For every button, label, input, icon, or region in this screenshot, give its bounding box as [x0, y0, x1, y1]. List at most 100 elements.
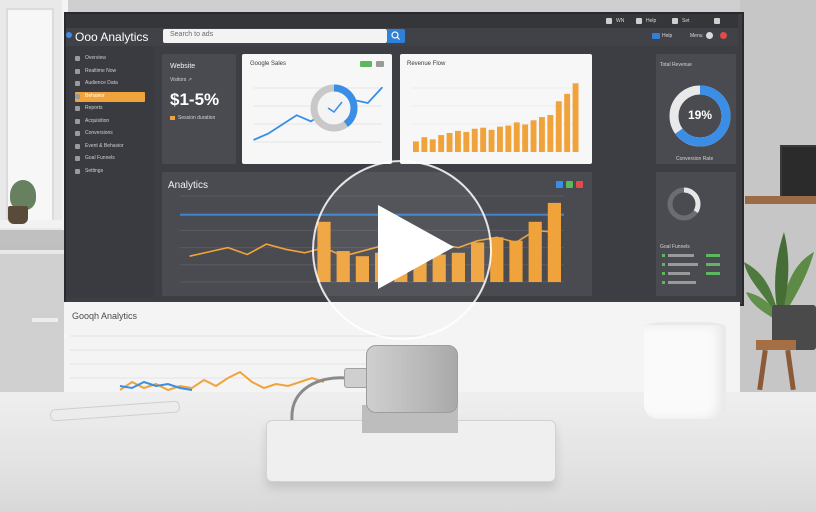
- sidebar-item[interactable]: Settings: [75, 167, 145, 177]
- sidebar-item-icon: [75, 118, 80, 124]
- side-table: [745, 196, 816, 204]
- sidebar-item[interactable]: Goal Funnels: [75, 154, 145, 164]
- sidebar-item-icon: [75, 168, 80, 174]
- header-help[interactable]: Help: [662, 33, 672, 39]
- bar: [555, 101, 562, 152]
- status-pill: [360, 61, 372, 67]
- sidebar-item[interactable]: Reports: [75, 104, 145, 114]
- window-icon[interactable]: [606, 18, 612, 24]
- legend-swatch: [170, 116, 175, 120]
- data-point: [267, 132, 270, 135]
- revenue-chart: [412, 83, 580, 152]
- bar: [509, 240, 523, 282]
- sidebar-item-label: Event & Behavior: [85, 142, 124, 149]
- sidebar-item[interactable]: Overview: [75, 54, 145, 64]
- notification-icon[interactable]: [720, 32, 727, 39]
- bar: [547, 202, 561, 282]
- cup: [644, 325, 726, 419]
- donut-title: Total Revenue: [660, 62, 692, 68]
- window-icon[interactable]: [636, 18, 642, 24]
- sidebar-item[interactable]: Event & Behavior: [75, 142, 145, 152]
- sidebar-item-icon: [75, 143, 80, 149]
- sidebar-item-label: Realtime Now: [85, 67, 117, 74]
- small-plant-pot: [8, 206, 28, 224]
- search-placeholder: Search to ads: [170, 31, 214, 38]
- data-point: [310, 120, 312, 123]
- bar: [429, 139, 436, 152]
- sidebar-item-icon: [75, 81, 80, 86]
- goal-list: [662, 254, 720, 290]
- kitchen-cabinet: [0, 250, 64, 404]
- website-card-value: $1-5%: [170, 90, 220, 109]
- top-label-2[interactable]: Help: [646, 18, 656, 24]
- sidebar-item-label: Goal Funnels: [85, 155, 115, 161]
- bar: [564, 93, 571, 152]
- bar: [421, 137, 428, 152]
- play-icon: [378, 205, 454, 289]
- bar: [547, 115, 554, 152]
- menu-icon[interactable]: [376, 61, 384, 67]
- sidebar-item-label: Behavior: [85, 92, 105, 99]
- sidebar-item-label: Reports: [85, 105, 103, 111]
- export-icon[interactable]: [566, 181, 573, 188]
- close-icon[interactable]: [576, 181, 583, 188]
- app-title: Ooo Analytics: [75, 30, 149, 44]
- bar: [471, 128, 478, 152]
- sidebar-item-icon: [75, 68, 80, 74]
- close-icon[interactable]: [714, 18, 720, 24]
- second-screen-title: Gooqh Analytics: [72, 311, 138, 321]
- data-point: [281, 123, 284, 126]
- analytics-title: Analytics: [168, 180, 209, 191]
- sidebar-item[interactable]: Realtime Now: [75, 67, 145, 77]
- settings-icon[interactable]: [706, 32, 713, 39]
- sidebar-item-label: Audience Data: [85, 80, 118, 86]
- pie-icon: [667, 187, 701, 221]
- bar: [480, 127, 487, 152]
- sidebar-item-icon: [75, 56, 80, 61]
- bar: [488, 129, 495, 152]
- google-sales-chart: [253, 84, 383, 143]
- bar: [413, 141, 419, 152]
- sidebar-item-icon: [75, 93, 80, 99]
- flag-icon[interactable]: [652, 33, 660, 39]
- search-button[interactable]: [387, 29, 405, 43]
- sidebar-item[interactable]: Behavior: [75, 91, 145, 102]
- sidebar-item-icon: [75, 106, 80, 111]
- top-label-3[interactable]: Set: [682, 18, 690, 24]
- search-icon: [391, 31, 400, 40]
- logo-icon: [66, 32, 72, 38]
- header-menu[interactable]: Menu: [690, 33, 703, 39]
- device-cylinder: [366, 345, 458, 413]
- website-card-legend: Session duration: [178, 115, 216, 121]
- sidebar-item-icon: [75, 131, 80, 136]
- window-icon[interactable]: [672, 18, 678, 24]
- cabinet-handle: [32, 318, 58, 322]
- data-point: [381, 86, 383, 89]
- sidebar-item[interactable]: Audience Data: [75, 79, 145, 89]
- bar: [522, 124, 529, 152]
- top-label-1[interactable]: WN: [616, 18, 624, 24]
- stool-top: [756, 340, 796, 350]
- data-point: [295, 114, 298, 117]
- data-point: [253, 138, 255, 141]
- sidebar-item[interactable]: Acquisition: [75, 117, 145, 127]
- google-sales-title: Google Sales: [250, 61, 287, 67]
- sidebar-item[interactable]: Conversions: [75, 129, 145, 139]
- donut-value: 19%: [687, 108, 713, 122]
- bar: [530, 120, 537, 152]
- bar: [505, 125, 512, 152]
- sidebar-item-label: Conversions: [85, 130, 113, 136]
- data-point: [366, 102, 369, 104]
- bar: [463, 131, 470, 152]
- sidebar-item-label: Acquisition: [85, 117, 110, 124]
- bar: [497, 126, 503, 152]
- bar: [438, 135, 445, 152]
- bar: [455, 130, 461, 152]
- revenue-title: Revenue Flow: [407, 61, 446, 67]
- bar: [446, 132, 453, 152]
- goal-panel-title: Goal Funnels: [660, 244, 690, 250]
- bar: [490, 237, 504, 282]
- donut-caption: Conversion Rate: [676, 156, 714, 162]
- filter-icon[interactable]: [556, 181, 563, 188]
- sidebar-item-icon: [75, 156, 80, 161]
